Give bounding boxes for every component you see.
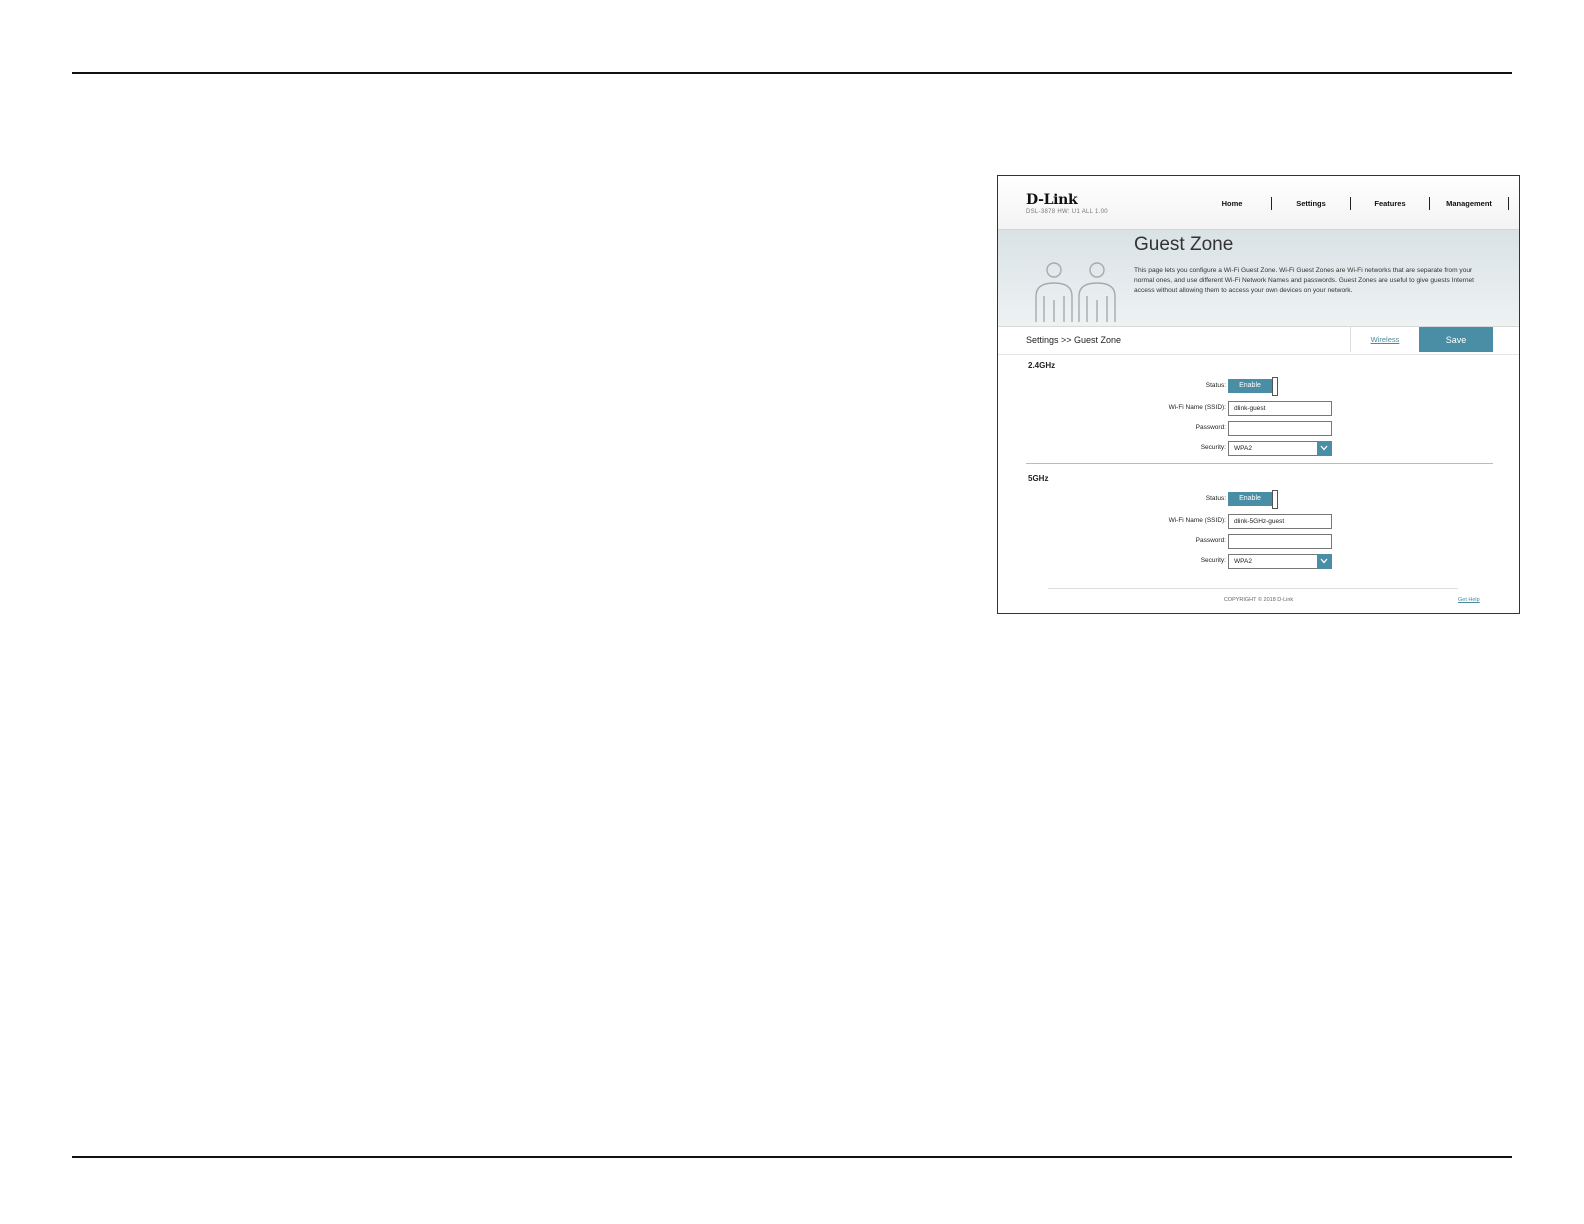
ssid-label: Wi-Fi Name (SSID): (1168, 517, 1226, 524)
security-select-5ghz[interactable]: WPA2 (1228, 554, 1332, 569)
page-top-rule (72, 72, 1512, 74)
password-label: Password: (1195, 537, 1226, 544)
ssid-input-5ghz[interactable]: dlink-5GHz-guest (1228, 514, 1332, 529)
status-toggle-5ghz[interactable]: Enable (1228, 490, 1278, 509)
get-help-link[interactable]: Get Help (1458, 597, 1480, 603)
security-select-24ghz[interactable]: WPA2 (1228, 441, 1332, 456)
chevron-down-icon[interactable] (1317, 441, 1332, 456)
footer-divider (1048, 588, 1458, 589)
status-label: Status: (1205, 495, 1226, 502)
breadcrumb-bar: Settings >> Guest Zone Wireless Save (998, 326, 1519, 355)
section-title-24ghz: 2.4GHz (1028, 361, 1056, 370)
toggle-on-label: Enable (1228, 492, 1272, 506)
chevron-down-icon[interactable] (1317, 554, 1332, 569)
security-label: Security: (1200, 444, 1226, 451)
ssid-label: Wi-Fi Name (SSID): (1168, 404, 1226, 411)
router-ui-screenshot: D-Link DSL-3878 HW: U1 ALL 1.00 Home Set… (997, 175, 1520, 614)
status-label: Status: (1205, 382, 1226, 389)
nav-features[interactable]: Features (1351, 196, 1430, 210)
security-label: Security: (1200, 557, 1226, 564)
password-input-5ghz[interactable] (1228, 534, 1332, 549)
toggle-knob (1272, 490, 1278, 509)
nav-management[interactable]: Management (1430, 196, 1509, 210)
model-info: DSL-3878 HW: U1 ALL 1.00 (1026, 209, 1108, 215)
top-header: D-Link DSL-3878 HW: U1 ALL 1.00 Home Set… (998, 176, 1519, 229)
page-title: Guest Zone (1134, 234, 1234, 255)
page-banner: Guest Zone This page lets you configure … (998, 229, 1519, 327)
ssid-input-24ghz[interactable]: dlink-guest (1228, 401, 1332, 416)
save-button[interactable]: Save (1419, 327, 1493, 352)
toggle-knob (1272, 377, 1278, 396)
main-nav: Home Settings Features Management (1193, 196, 1509, 210)
dlink-logo[interactable]: D-Link (1026, 192, 1078, 208)
wireless-link[interactable]: Wireless (1350, 327, 1419, 352)
section-divider (1026, 463, 1493, 464)
status-toggle-24ghz[interactable]: Enable (1228, 377, 1278, 396)
page-bottom-rule (72, 1156, 1512, 1158)
page-description: This page lets you configure a Wi-Fi Gue… (1134, 267, 1474, 294)
breadcrumb: Settings >> Guest Zone (1026, 335, 1122, 345)
copyright-text: COPYRIGHT © 2018 D-Link (1223, 597, 1294, 603)
section-title-5ghz: 5GHz (1028, 474, 1049, 483)
security-value: WPA2 (1234, 558, 1252, 565)
nav-home[interactable]: Home (1193, 196, 1272, 210)
security-value: WPA2 (1234, 445, 1252, 452)
guests-icon (1035, 262, 1116, 322)
nav-settings[interactable]: Settings (1272, 196, 1351, 210)
toggle-on-label: Enable (1228, 379, 1272, 393)
password-label: Password: (1195, 424, 1226, 431)
password-input-24ghz[interactable] (1228, 421, 1332, 436)
